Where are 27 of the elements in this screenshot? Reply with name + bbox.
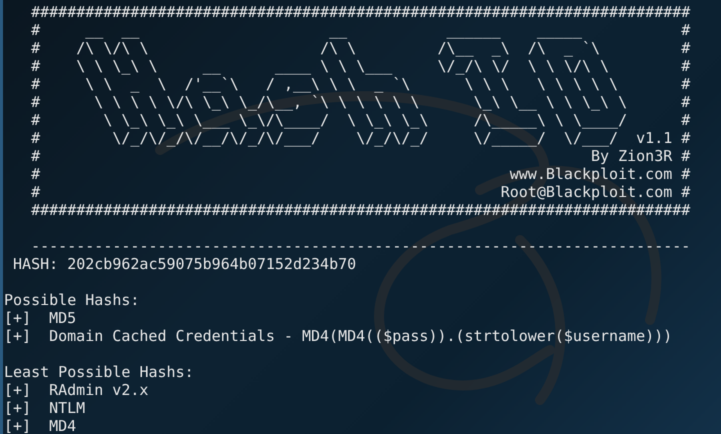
hash-label: HASH:: [12, 255, 58, 273]
ascii-banner-line: # /\ \/\ \ /\ \ /\__ _\ /\ _ `\ #: [30, 39, 690, 57]
ascii-banner-line: # By Zion3R #: [30, 147, 690, 165]
ascii-banner-line: #########################################################################: [30, 201, 690, 219]
ascii-banner-line: # \ \ \_\ \ __ ____ \ \ \___ \/_/\ \/ \ \ \/\ \ #: [30, 57, 690, 75]
hash-type: Domain Cached Credentials - MD4(MD4(($pass)).(strtolower($username))): [49, 327, 672, 345]
result-marker: [+]: [4, 417, 32, 434]
ascii-banner-line: # \ \ \ \ \/\ \_\ \_/\__, `\ \ \ \ \ \ \_\ \__ \ \ \_\ \ #: [30, 93, 690, 111]
hash-type: MD4: [49, 417, 76, 434]
result-marker: [+]: [4, 381, 32, 399]
ascii-banner-line: # \ \_\ \_\ \___ \_\/\____/ \ \_\ \_\ /\_____\ \ \____/ #: [30, 111, 690, 129]
result-marker: [+]: [4, 327, 32, 345]
hash-type: RAdmin v2.x: [49, 381, 148, 399]
ascii-banner-line: # www.Blackploit.com #: [30, 165, 690, 183]
section-title: Least Possible Hashs:: [4, 363, 194, 381]
section-title: Possible Hashs:: [4, 291, 140, 309]
ascii-banner-line: # \/_/\/_/\/__/\/_/\/___/ \/_/\/_/ \/_____/ \/___/ v1.1 #: [30, 129, 690, 147]
result-marker: [+]: [4, 399, 32, 417]
ascii-banner-line: # Root@Blackploit.com #: [30, 183, 690, 201]
hash-value: 202cb962ac59075b964b07152d234b70: [67, 255, 356, 273]
separator-line: -------------------------------------------------------------------------: [30, 237, 690, 255]
ascii-banner-line: # \ \ _ \ /'__`\ / ,__\ \ \ _ `\ \ \ \ \ \ \ \ \ #: [30, 75, 690, 93]
hash-type: MD5: [49, 309, 76, 327]
ascii-banner-line: # __ __ __ ______ _____ #: [30, 21, 690, 39]
ascii-banner-line: #########################################################################: [30, 3, 690, 21]
hash-type: NTLM: [49, 399, 86, 417]
result-marker: [+]: [4, 309, 32, 327]
